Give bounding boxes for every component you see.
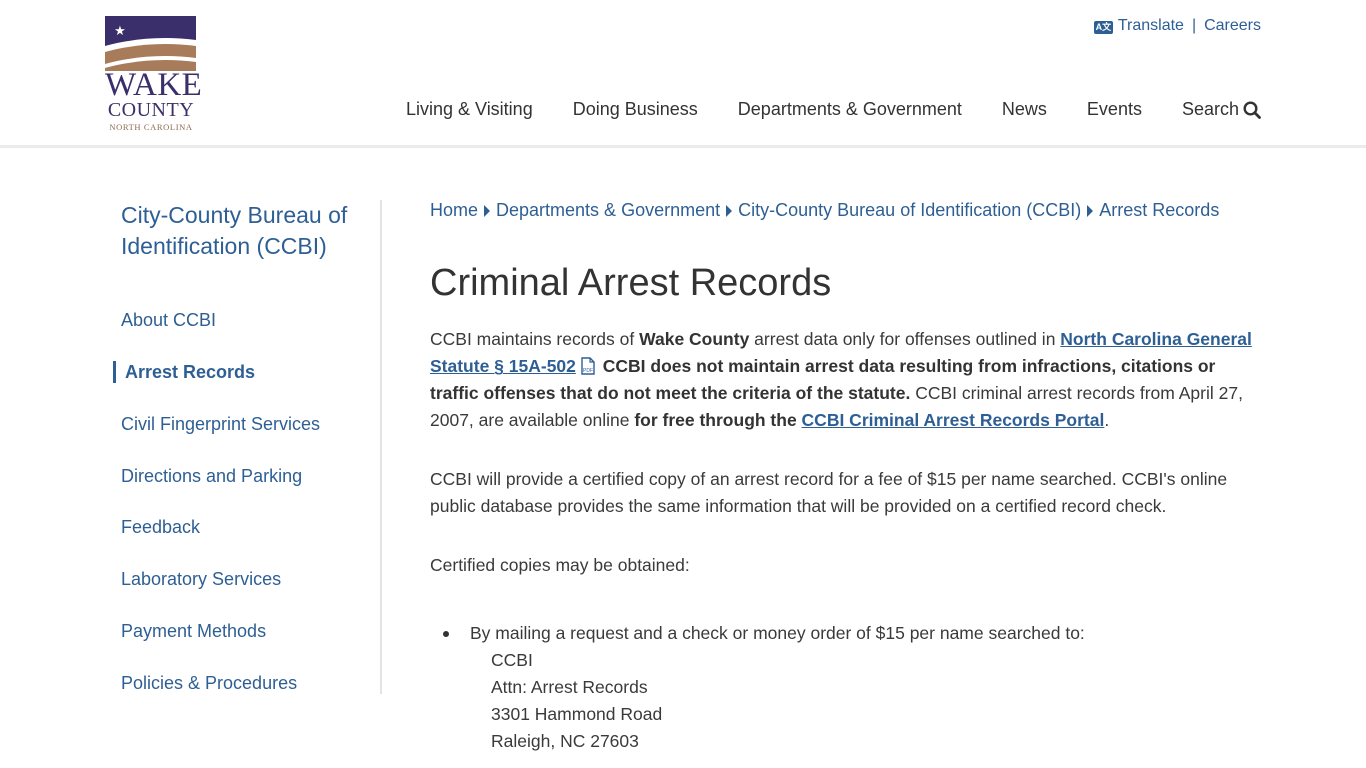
sidebar-item-about-ccbi[interactable]: About CCBI — [121, 310, 216, 331]
svg-text:★: ★ — [114, 23, 126, 38]
sidebar-divider — [380, 200, 382, 694]
main-nav: Living & Visiting Doing Business Departm… — [406, 99, 1261, 120]
sidebar-item-laboratory-services[interactable]: Laboratory Services — [121, 569, 281, 590]
breadcrumb-arrest-records[interactable]: Arrest Records — [1099, 200, 1219, 221]
breadcrumb-home[interactable]: Home — [430, 200, 478, 221]
nav-news[interactable]: News — [1002, 99, 1047, 120]
translate-label: Translate — [1117, 17, 1184, 34]
breadcrumb-arrow-icon — [726, 204, 733, 217]
nav-doing-business[interactable]: Doing Business — [573, 99, 698, 120]
wake-county-logo[interactable]: ★ WAKE COUNTY NORTH CAROLINA — [105, 16, 203, 134]
sidebar-item-policies-procedures[interactable]: Policies & Procedures — [121, 673, 297, 694]
sidebar-item-directions-parking[interactable]: Directions and Parking — [121, 466, 302, 487]
nav-search-label: Search — [1181, 99, 1239, 119]
address-line: Attn: Arrest Records — [491, 677, 648, 697]
section-sidebar: City-County Bureau of Identification (CC… — [113, 200, 361, 693]
mail-request-text: By mailing a request and a check or mone… — [470, 623, 1085, 643]
intro-paragraph: CCBI maintains records of Wake County ar… — [430, 329, 1252, 430]
main-content: Home Departments & Government City-Count… — [430, 200, 1260, 751]
breadcrumb: Home Departments & Government City-Count… — [430, 200, 1260, 221]
sidebar-title[interactable]: City-County Bureau of Identification (CC… — [121, 200, 361, 262]
sidebar-active-indicator — [113, 361, 116, 383]
logo-county-text: COUNTY — [107, 99, 195, 121]
translate-icon: A文 — [1093, 21, 1113, 34]
bullet-icon — [443, 631, 449, 637]
fee-paragraph: CCBI will provide a certified copy of an… — [430, 469, 1228, 516]
certified-copies-paragraph: Certified copies may be obtained: — [430, 555, 690, 575]
page-title: Criminal Arrest Records — [430, 262, 832, 304]
address-line: Raleigh, NC 27603 — [491, 731, 639, 751]
nav-living-visiting[interactable]: Living & Visiting — [406, 99, 533, 120]
breadcrumb-arrow-icon — [484, 204, 491, 217]
sidebar-item-civil-fingerprint[interactable]: Civil Fingerprint Services — [121, 414, 320, 435]
address-line: 3301 Hammond Road — [491, 704, 663, 724]
arrest-records-portal-link[interactable]: CCBI Criminal Arrest Records Portal — [802, 410, 1105, 430]
logo-flag-icon: ★ — [105, 16, 196, 71]
sidebar-item-arrest-records[interactable]: Arrest Records — [125, 362, 255, 383]
utility-separator: | — [1191, 17, 1197, 34]
breadcrumb-departments[interactable]: Departments & Government — [496, 200, 720, 221]
address-line: CCBI — [491, 650, 533, 670]
nav-search-button[interactable]: Search — [1182, 99, 1261, 120]
svg-text:PDF: PDF — [583, 368, 593, 374]
nav-departments-government[interactable]: Departments & Government — [738, 99, 962, 120]
search-icon — [1243, 100, 1261, 119]
translate-link[interactable]: A文 Translate — [1093, 17, 1184, 35]
sidebar-item-payment-methods[interactable]: Payment Methods — [121, 621, 266, 642]
utility-links: A文 Translate | Careers — [1093, 17, 1261, 35]
site-header: ★ WAKE COUNTY NORTH CAROLINA A文 Translate… — [0, 0, 1366, 148]
logo-wake-text: WAKE — [105, 67, 203, 103]
careers-link[interactable]: Careers — [1204, 17, 1261, 35]
nav-events[interactable]: Events — [1087, 99, 1142, 120]
logo-state-text: NORTH CAROLINA — [109, 122, 193, 132]
sidebar-item-feedback[interactable]: Feedback — [121, 517, 200, 538]
pdf-icon: PDF — [581, 357, 595, 375]
breadcrumb-arrow-icon — [1087, 204, 1094, 217]
breadcrumb-ccbi[interactable]: City-County Bureau of Identification (CC… — [738, 200, 1081, 221]
